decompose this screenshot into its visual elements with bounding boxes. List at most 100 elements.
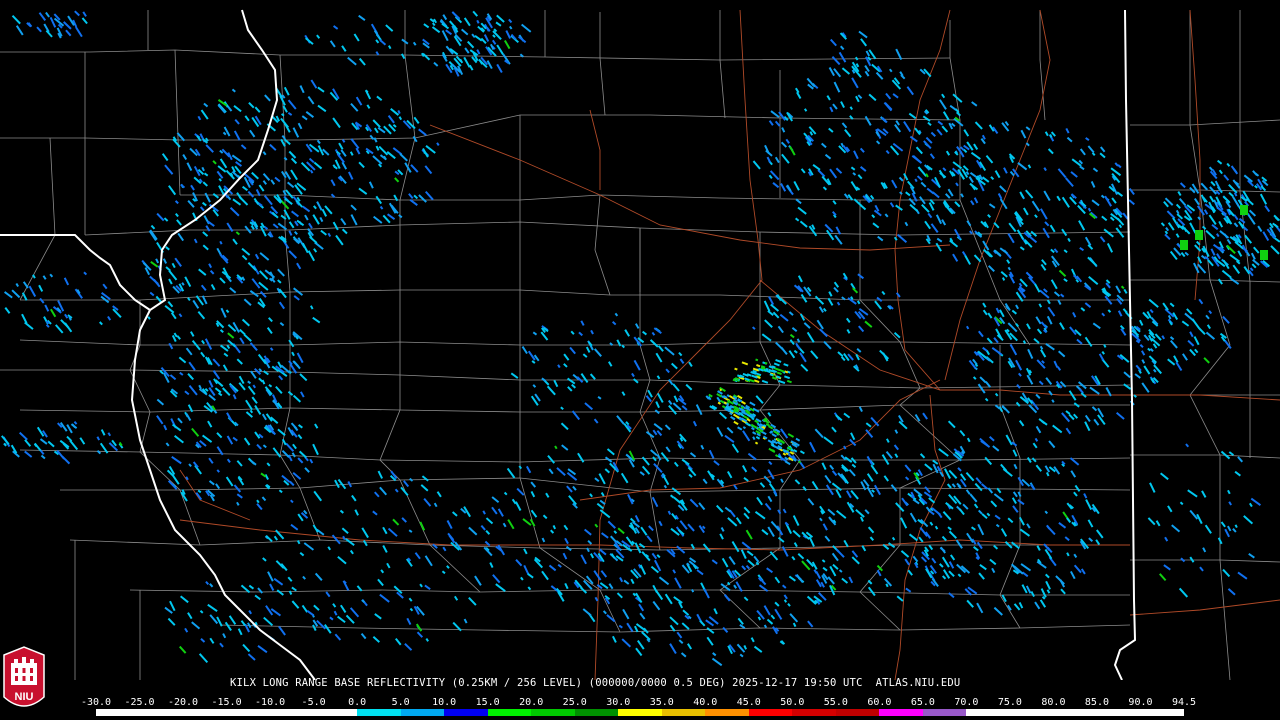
echo-cell (1141, 359, 1146, 364)
echo-cell (1243, 515, 1254, 525)
echo-cell (192, 299, 200, 309)
echo-cell (846, 329, 851, 334)
echo-cell (399, 153, 408, 162)
echo-cell (156, 212, 165, 222)
echo-cell (939, 563, 944, 568)
echo-cell (418, 194, 427, 203)
echo-cell (1184, 251, 1189, 256)
legend-tick: 5.0 (391, 697, 410, 708)
echo-cell (777, 509, 782, 515)
echo-cell (1194, 197, 1200, 206)
echo-cell (1031, 457, 1037, 463)
legend-color-swatch (1009, 709, 1054, 716)
echo-cell (42, 275, 47, 280)
echo-cell (974, 482, 983, 492)
echo-cell (737, 403, 742, 407)
echo-cell (929, 521, 934, 526)
echo-cell (209, 583, 214, 588)
county-line (1189, 10, 1231, 680)
legend-tick: -10.0 (255, 697, 286, 708)
echo-cell (678, 351, 683, 357)
echo-cell (209, 270, 215, 275)
echo-cell (292, 394, 302, 403)
echo-cell (227, 332, 235, 339)
echo-cell (1099, 236, 1106, 243)
echo-cell (852, 172, 857, 176)
echo-cell (188, 361, 196, 371)
echo-cell (1046, 589, 1051, 594)
echo-cell (1200, 182, 1209, 191)
echo-cell (1088, 537, 1094, 543)
echo-cell (304, 214, 309, 221)
echo-cell (262, 180, 268, 185)
echo-cell (263, 370, 269, 376)
echo-cell (313, 604, 320, 611)
echo-cell (964, 255, 971, 265)
echo-cell (232, 394, 237, 400)
echo-cell (107, 432, 112, 437)
echo-cell (594, 348, 602, 357)
echo-cell (838, 569, 843, 573)
echo-cell (36, 26, 42, 33)
echo-cell (1193, 336, 1200, 346)
echo-cell (674, 577, 682, 589)
echo-cell (341, 527, 349, 534)
echo-cell (489, 562, 494, 568)
echo-cell (350, 214, 358, 226)
echo-cell (1251, 263, 1257, 269)
echo-cell (222, 131, 227, 136)
echo-cell (313, 205, 317, 210)
legend-tick: 55.0 (823, 697, 848, 708)
echo-cell (433, 61, 439, 67)
echo-cell (496, 63, 503, 74)
echo-cell (569, 346, 576, 355)
echo-cell (1122, 308, 1128, 314)
county-line (20, 289, 1130, 301)
echo-cell (819, 328, 828, 338)
echo-cell (947, 420, 956, 429)
echo-cell (223, 352, 229, 358)
echo-cell (668, 399, 673, 405)
echo-cell (269, 143, 277, 151)
echo-cell (932, 459, 939, 465)
echo-cell (638, 603, 645, 612)
echo-cell (1155, 520, 1161, 527)
echo-cell (837, 351, 844, 357)
echo-cell (1210, 248, 1216, 256)
echo-cell (993, 544, 999, 550)
echo-cell (619, 577, 624, 583)
echo-cell (947, 526, 952, 531)
echo-cell (521, 346, 528, 355)
echo-cell (885, 451, 893, 459)
echo-cell (1165, 227, 1170, 232)
echo-cell (299, 551, 305, 557)
echo-cell (908, 533, 918, 542)
echo-cell (984, 397, 989, 402)
echo-cell (476, 19, 480, 24)
echo-cell (374, 491, 380, 498)
echo-cell (207, 420, 213, 428)
echo-cell (107, 315, 112, 321)
echo-cell (265, 534, 273, 543)
echo-cell (740, 549, 747, 559)
echo-cell (1101, 215, 1108, 222)
echo-cell (1063, 249, 1068, 254)
echo-cell (809, 441, 816, 453)
echo-cell (74, 10, 80, 17)
echo-cell (150, 224, 156, 230)
echo-cell (320, 229, 327, 236)
echo-cell (931, 557, 937, 564)
echo-cell (994, 392, 999, 397)
echo-cell (823, 436, 834, 445)
echo-cell (875, 71, 884, 80)
echo-cell (587, 539, 593, 545)
echo-cell (394, 177, 400, 183)
echo-cell (724, 434, 735, 443)
echo-cell (590, 329, 594, 335)
echo-cell (4, 306, 11, 314)
echo-cell (871, 214, 876, 219)
echo-cell (1063, 278, 1068, 283)
echo-cell (283, 156, 288, 161)
echo-cell (288, 221, 295, 229)
echo-cell (325, 591, 331, 598)
